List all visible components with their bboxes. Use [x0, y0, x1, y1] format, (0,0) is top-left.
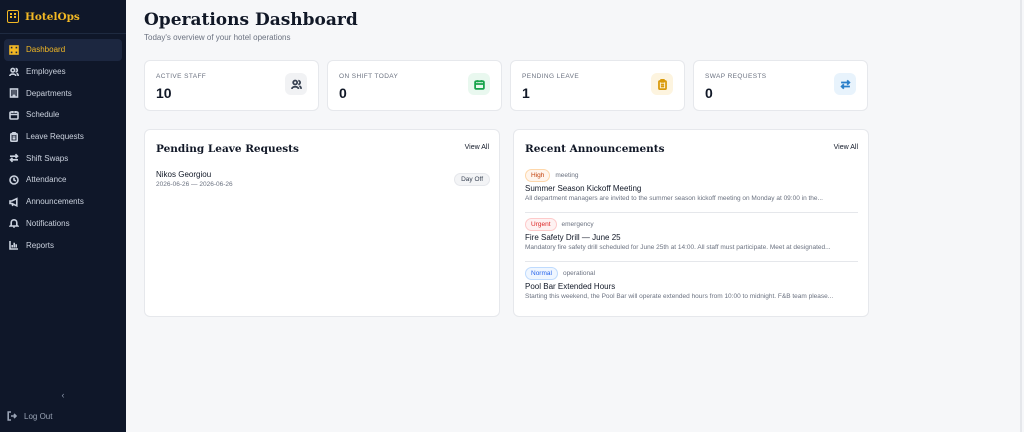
category-label: meeting — [555, 172, 579, 179]
announcement-tags: High meeting — [525, 169, 579, 182]
calendar-icon — [468, 73, 490, 95]
logout-icon — [7, 411, 17, 421]
employee-name: Nikos Georgiou — [156, 170, 212, 179]
leave-type-badge: Day Off — [454, 173, 490, 186]
priority-badge: Normal — [525, 267, 558, 280]
sidebar: HotelOps Dashboard Employees Departments… — [0, 0, 126, 432]
logout-button[interactable]: Log Out — [7, 411, 52, 421]
sidebar-item-departments[interactable]: Departments — [4, 82, 122, 104]
announcement-title: Pool Bar Extended Hours — [525, 282, 616, 291]
collapse-sidebar-button[interactable]: ‹ — [0, 390, 126, 400]
sidebar-item-notifications[interactable]: Notifications — [4, 213, 122, 235]
page-scrollbar[interactable] — [1020, 0, 1022, 432]
view-all-announcements-link[interactable]: View All — [834, 144, 858, 151]
sidebar-item-label: Shift Swaps — [26, 153, 69, 163]
sidebar-item-employees[interactable]: Employees — [4, 61, 122, 83]
sidebar-item-label: Departments — [26, 88, 72, 98]
stat-card-swap-requests: SWAP REQUESTS 0 — [693, 60, 868, 111]
leave-dates: 2026-06-26 — 2026-06-26 — [156, 181, 233, 188]
announcement-item[interactable]: High meeting Summer Season Kickoff Meeti… — [525, 169, 858, 213]
sidebar-item-announcements[interactable]: Announcements — [4, 191, 122, 213]
sidebar-item-label: Dashboard — [26, 45, 66, 55]
panel-title: Pending Leave Requests — [156, 143, 299, 155]
category-label: operational — [562, 270, 596, 277]
stat-label: SWAP REQUESTS — [705, 73, 767, 80]
stat-value: 0 — [705, 85, 713, 101]
priority-badge: High — [525, 169, 551, 182]
sidebar-item-schedule[interactable]: Schedule — [4, 104, 122, 126]
panel-title: Recent Announcements — [525, 143, 665, 155]
sidebar-item-label: Attendance — [26, 175, 67, 185]
swap-icon — [9, 153, 19, 163]
sidebar-item-leave-requests[interactable]: Leave Requests — [4, 126, 122, 148]
stat-value: 0 — [339, 85, 347, 101]
stat-card-on-shift-today: ON SHIFT TODAY 0 — [327, 60, 502, 111]
clock-icon — [9, 175, 19, 185]
sidebar-item-attendance[interactable]: Attendance — [4, 169, 122, 191]
sidebar-item-label: Notifications — [26, 218, 70, 228]
building-icon — [9, 88, 19, 99]
stat-label: ACTIVE STAFF — [156, 73, 207, 80]
announcement-body: Mandatory fire safety drill scheduled fo… — [525, 244, 831, 251]
users-icon — [285, 73, 307, 95]
announcement-item[interactable]: Urgent emergency Fire Safety Drill — Jun… — [525, 218, 858, 262]
logout-label: Log Out — [24, 411, 53, 421]
stat-value: 10 — [156, 85, 172, 101]
category-label: emergency — [561, 221, 594, 228]
clipboard-icon — [651, 73, 673, 95]
bell-icon — [9, 218, 19, 229]
page-title: Operations Dashboard — [144, 10, 358, 30]
announcement-item[interactable]: Normal operational Pool Bar Extended Hou… — [525, 267, 858, 311]
users-icon — [9, 67, 19, 77]
brand[interactable]: HotelOps — [0, 0, 126, 34]
sidebar-nav: Dashboard Employees Departments Schedule… — [0, 39, 126, 256]
app-name: HotelOps — [25, 10, 80, 23]
stat-card-pending-leave: PENDING LEAVE 1 — [510, 60, 685, 111]
main-content: Operations Dashboard Today's overview of… — [126, 0, 1022, 432]
announcement-tags: Urgent emergency — [525, 218, 594, 231]
calendar-icon — [9, 110, 19, 120]
stat-value: 1 — [522, 85, 530, 101]
announcement-tags: Normal operational — [525, 267, 595, 280]
swap-icon — [834, 73, 856, 95]
megaphone-icon — [9, 196, 19, 207]
sidebar-item-dashboard[interactable]: Dashboard — [4, 39, 122, 61]
priority-badge: Urgent — [525, 218, 557, 231]
sidebar-item-label: Leave Requests — [26, 132, 84, 142]
announcement-title: Fire Safety Drill — June 25 — [525, 233, 621, 242]
sidebar-item-reports[interactable]: Reports — [4, 234, 122, 256]
sidebar-item-label: Announcements — [26, 197, 84, 207]
leave-request-item[interactable]: Nikos Georgiou 2026-06-26 — 2026-06-26 D… — [156, 170, 490, 190]
sidebar-item-label: Schedule — [26, 110, 60, 120]
grid-icon — [9, 45, 19, 55]
stat-label: PENDING LEAVE — [522, 73, 580, 80]
bar-chart-icon — [9, 240, 19, 250]
announcements-panel: Recent Announcements View All High meeti… — [513, 129, 869, 317]
sidebar-item-label: Employees — [26, 67, 66, 77]
sidebar-item-shift-swaps[interactable]: Shift Swaps — [4, 147, 122, 169]
view-all-leave-link[interactable]: View All — [465, 144, 489, 151]
pending-leave-panel: Pending Leave Requests View All Nikos Ge… — [144, 129, 500, 317]
clipboard-icon — [9, 131, 19, 142]
hotel-logo-icon — [7, 10, 19, 23]
sidebar-item-label: Reports — [26, 240, 55, 250]
stat-card-active-staff: ACTIVE STAFF 10 — [144, 60, 319, 111]
page-subtitle: Today's overview of your hotel operation… — [144, 33, 291, 42]
announcement-body: All department managers are invited to t… — [525, 195, 823, 202]
announcement-title: Summer Season Kickoff Meeting — [525, 184, 642, 193]
chevron-left-icon: ‹ — [61, 390, 65, 400]
announcement-body: Starting this weekend, the Pool Bar will… — [525, 293, 834, 300]
stat-label: ON SHIFT TODAY — [339, 73, 399, 80]
